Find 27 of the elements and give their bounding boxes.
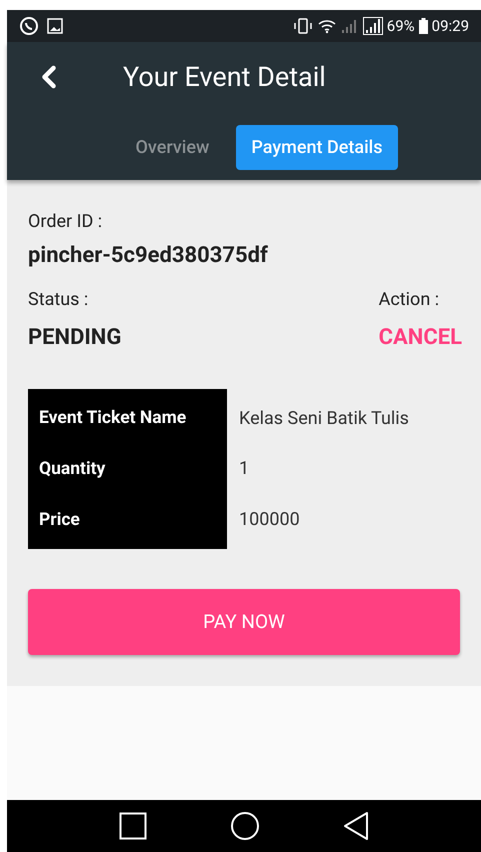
- signal-icon: [340, 18, 359, 34]
- status-value: PENDING: [28, 324, 122, 352]
- detail-label: Price: [39, 508, 81, 532]
- clock-time: 09:29: [432, 16, 469, 37]
- tab[interactable]: Payment Details: [236, 125, 398, 170]
- vibrate-icon: [292, 18, 313, 34]
- battery-icon: [418, 18, 428, 34]
- back-nav-icon[interactable]: [343, 811, 370, 841]
- cancel-link[interactable]: CANCEL: [378, 321, 462, 354]
- order-id-value: pincher-5c9ed380375df: [28, 242, 269, 270]
- home-icon[interactable]: [230, 811, 260, 841]
- detail-label: Quantity: [39, 458, 106, 481]
- status-label: Status :: [28, 288, 90, 312]
- recents-icon[interactable]: [118, 812, 147, 840]
- signal-icon: [362, 17, 383, 35]
- order-id-label: Order ID :: [28, 210, 104, 234]
- screen-title: Your Event Detail: [123, 60, 326, 95]
- action-label: Action :: [378, 288, 440, 312]
- detail-value: 100000: [239, 508, 301, 532]
- pay-now-button[interactable]: PAY NOW: [28, 589, 460, 655]
- tab[interactable]: Overview: [120, 125, 224, 170]
- wifi-icon: [316, 18, 337, 34]
- detail-label: Event Ticket Name: [39, 407, 188, 430]
- battery-percent: 69%: [386, 16, 415, 37]
- detail-value: 1: [239, 457, 250, 482]
- detail-value: Kelas Seni Batik Tulis: [239, 406, 409, 431]
- image-icon: [47, 18, 63, 34]
